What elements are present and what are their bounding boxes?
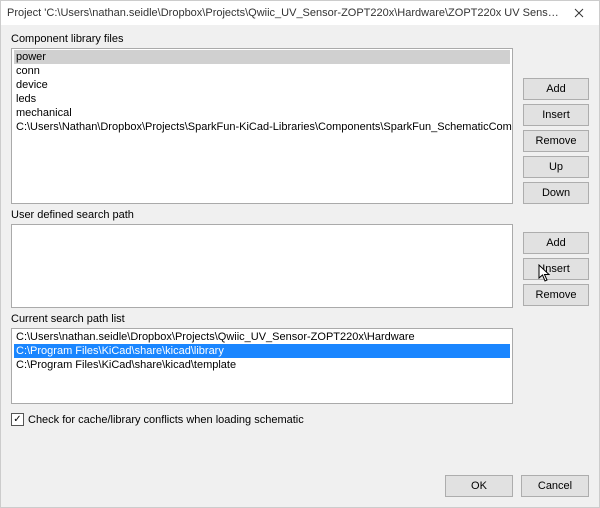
list-item[interactable]: mechanical bbox=[14, 106, 510, 120]
up-button[interactable]: Up bbox=[523, 156, 589, 178]
down-button[interactable]: Down bbox=[523, 182, 589, 204]
close-icon bbox=[574, 8, 584, 18]
user-search-path-row: Add Insert Remove bbox=[11, 224, 589, 308]
add-button[interactable]: Add bbox=[523, 78, 589, 100]
user-search-path-label: User defined search path bbox=[11, 209, 589, 221]
list-item[interactable]: leds bbox=[14, 92, 510, 106]
dialog-window: Project 'C:\Users\nathan.seidle\Dropbox\… bbox=[0, 0, 600, 508]
user-search-path-buttons: Add Insert Remove bbox=[523, 224, 589, 308]
current-search-path-row: C:\Users\nathan.seidle\Dropbox\Projects\… bbox=[11, 328, 589, 404]
remove-button[interactable]: Remove bbox=[523, 130, 589, 152]
cancel-button[interactable]: Cancel bbox=[521, 475, 589, 497]
dialog-footer: OK Cancel bbox=[1, 467, 599, 507]
remove-button[interactable]: Remove bbox=[523, 284, 589, 306]
conflict-check-row[interactable]: Check for cache/library conflicts when l… bbox=[11, 413, 589, 426]
component-library-files-buttons: Add Insert Remove Up Down bbox=[523, 48, 589, 204]
insert-button[interactable]: Insert bbox=[523, 104, 589, 126]
insert-button[interactable]: Insert bbox=[523, 258, 589, 280]
add-button[interactable]: Add bbox=[523, 232, 589, 254]
ok-button[interactable]: OK bbox=[445, 475, 513, 497]
list-item[interactable]: C:\Users\nathan.seidle\Dropbox\Projects\… bbox=[14, 330, 510, 344]
user-search-path-list[interactable] bbox=[11, 224, 513, 308]
list-item[interactable]: C:\Users\Nathan\Dropbox\Projects\SparkFu… bbox=[14, 120, 510, 134]
dialog-body: Component library files powerconndevicel… bbox=[1, 25, 599, 467]
window-title: Project 'C:\Users\nathan.seidle\Dropbox\… bbox=[7, 7, 561, 19]
current-search-path-label: Current search path list bbox=[11, 313, 589, 325]
conflict-checkbox[interactable] bbox=[11, 413, 24, 426]
list-item[interactable]: power bbox=[14, 50, 510, 64]
component-library-files-label: Component library files bbox=[11, 33, 589, 45]
list-item[interactable]: C:\Program Files\KiCad\share\kicad\templ… bbox=[14, 358, 510, 372]
list-item[interactable]: device bbox=[14, 78, 510, 92]
component-library-files-list[interactable]: powerconndeviceledsmechanicalC:\Users\Na… bbox=[11, 48, 513, 204]
component-library-files-row: powerconndeviceledsmechanicalC:\Users\Na… bbox=[11, 48, 589, 204]
titlebar: Project 'C:\Users\nathan.seidle\Dropbox\… bbox=[1, 1, 599, 25]
current-search-path-list[interactable]: C:\Users\nathan.seidle\Dropbox\Projects\… bbox=[11, 328, 513, 404]
conflict-checkbox-label: Check for cache/library conflicts when l… bbox=[28, 414, 304, 426]
close-button[interactable] bbox=[561, 2, 597, 24]
list-item[interactable]: conn bbox=[14, 64, 510, 78]
list-item[interactable]: C:\Program Files\KiCad\share\kicad\libra… bbox=[14, 344, 510, 358]
